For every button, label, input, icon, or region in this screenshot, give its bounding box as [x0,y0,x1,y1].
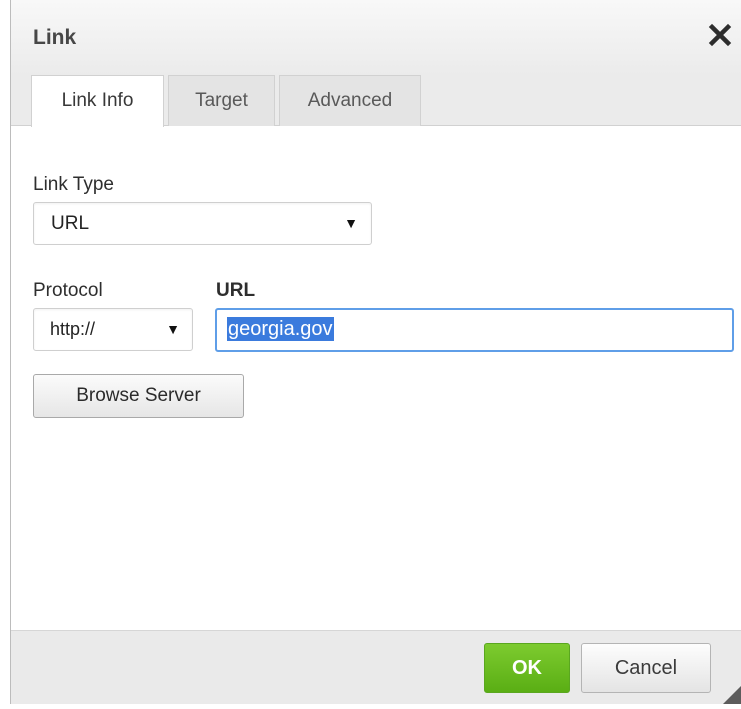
close-icon [708,23,732,47]
resize-grip-icon[interactable] [723,686,741,704]
close-button[interactable] [707,22,733,48]
protocol-select[interactable]: http:// ▼ [33,308,193,351]
link-type-label: Link Type [33,174,114,195]
dialog-footer: OK Cancel [11,630,741,704]
link-dialog: Link Link Info Target Advanced Link Type… [10,0,741,704]
url-input[interactable]: georgia.gov [215,308,734,352]
link-info-panel: Link Type URL ▼ Protocol URL http:// ▼ g… [11,126,741,630]
dropdown-arrow-icon: ▼ [166,321,180,337]
tab-target[interactable]: Target [168,75,275,126]
tab-advanced[interactable]: Advanced [279,75,421,126]
link-type-value: URL [51,213,90,234]
dialog-title: Link [33,26,77,49]
link-type-select[interactable]: URL ▼ [33,202,372,245]
ok-button[interactable]: OK [484,643,570,693]
tab-link-info[interactable]: Link Info [31,75,164,127]
protocol-value: http:// [50,319,96,339]
url-input-value: georgia.gov [227,317,334,341]
url-label: URL [216,280,256,301]
cancel-button[interactable]: Cancel [581,643,711,693]
protocol-label: Protocol [33,280,103,301]
browse-server-button[interactable]: Browse Server [33,374,244,418]
tab-bar: Link Info Target Advanced [11,75,741,127]
dropdown-arrow-icon: ▼ [344,215,358,231]
dialog-titlebar[interactable]: Link [11,0,741,75]
